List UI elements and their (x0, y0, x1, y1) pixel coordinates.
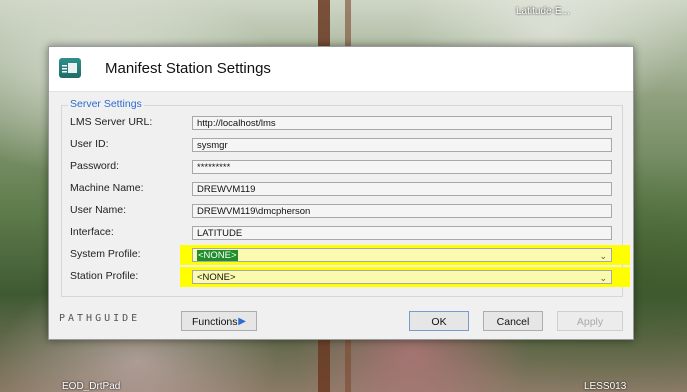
system-profile-label: System Profile: (70, 248, 141, 260)
machine-name-field[interactable]: DREWVM119 (192, 182, 612, 196)
dialog-titlebar: Manifest Station Settings (49, 47, 633, 92)
interface-field[interactable]: LATITUDE (192, 226, 612, 240)
station-profile-select[interactable]: <NONE> ⌄ (192, 270, 612, 284)
lms-server-url-field[interactable]: http://localhost/lms (192, 116, 612, 130)
ok-button[interactable]: OK (409, 311, 469, 331)
station-profile-label: Station Profile: (70, 270, 139, 282)
station-profile-value: <NONE> (197, 272, 236, 283)
functions-button[interactable]: Functions ▶ (181, 311, 257, 331)
password-field[interactable]: ********* (192, 160, 612, 174)
interface-label: Interface: (70, 226, 114, 238)
apply-button[interactable]: Apply (557, 311, 623, 331)
machine-name-label: Machine Name: (70, 182, 144, 194)
server-settings-legend: Server Settings (68, 98, 144, 110)
system-profile-value: <NONE> (197, 250, 238, 261)
pathguide-logo: PATHGUIDE (59, 313, 141, 324)
play-arrow-icon: ▶ (238, 316, 246, 327)
user-name-field[interactable]: DREWVM119\dmcpherson (192, 204, 612, 218)
server-settings-group: Server Settings LMS Server URL: http://l… (61, 98, 630, 297)
manifest-settings-dialog: Manifest Station Settings Server Setting… (48, 46, 634, 340)
cancel-button[interactable]: Cancel (483, 311, 543, 331)
user-name-label: User Name: (70, 204, 127, 216)
chevron-down-icon: ⌄ (599, 251, 607, 261)
functions-label: Functions (192, 316, 238, 328)
lms-server-url-label: LMS Server URL: (70, 116, 153, 128)
desktop-icon-label-eod[interactable]: EOD_DrtPad (62, 381, 120, 392)
dialog-title: Manifest Station Settings (105, 60, 271, 77)
desktop-icon-label-less[interactable]: LESS013 (584, 381, 626, 392)
password-label: Password: (70, 160, 120, 172)
user-id-field[interactable]: sysmgr (192, 138, 612, 152)
system-profile-select[interactable]: <NONE> ⌄ (192, 248, 612, 262)
desktop-icon-label-latitude[interactable]: Latitude-E... (516, 6, 570, 17)
user-id-label: User ID: (70, 138, 109, 150)
chevron-down-icon: ⌄ (599, 273, 607, 283)
manifest-app-icon (59, 58, 81, 78)
